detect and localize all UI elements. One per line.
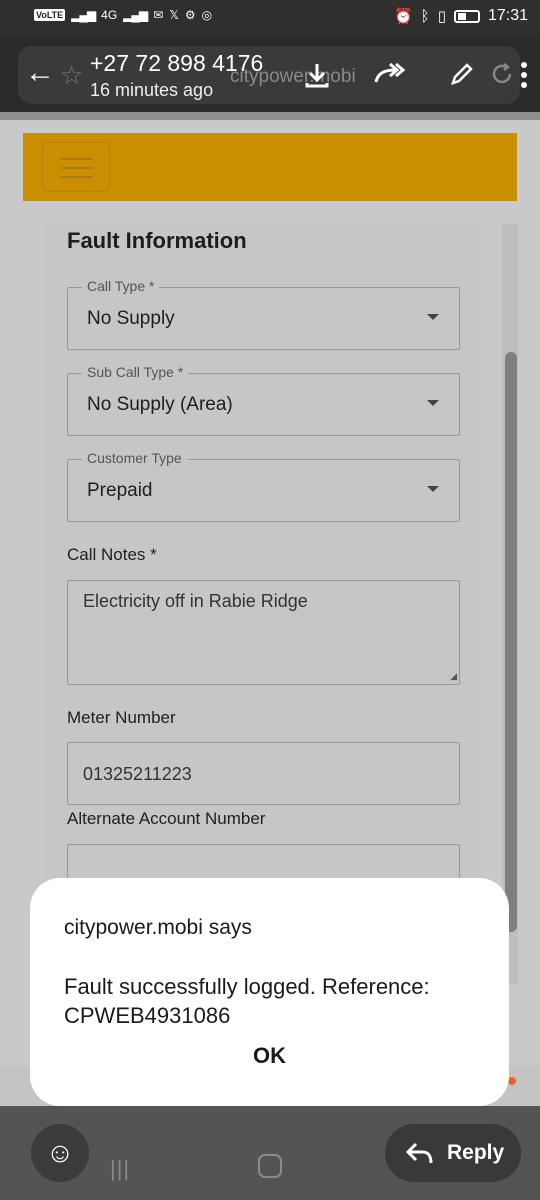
- resize-handle-icon[interactable]: ◢: [450, 671, 457, 682]
- reply-arrow-icon: [405, 1142, 433, 1164]
- customer-type-label: Customer Type: [82, 450, 187, 466]
- signal-icon: ▂▄▆: [71, 8, 96, 22]
- meter-number-value: 01325211223: [83, 764, 192, 784]
- sub-call-type-select[interactable]: Sub Call Type * No Supply (Area): [67, 364, 460, 436]
- call-type-value: No Supply: [87, 308, 175, 329]
- volte-icon: VoLTE: [34, 9, 66, 21]
- reply-label: Reply: [447, 1141, 505, 1164]
- page-strip: [0, 112, 540, 120]
- alert-dialog: citypower.mobi says Fault successfully l…: [30, 878, 509, 1106]
- network-type: 4G: [101, 8, 118, 22]
- forward-icon[interactable]: [372, 60, 406, 90]
- customer-type-value: Prepaid: [87, 480, 153, 501]
- viewer-top-bar: ← ☆ +27 72 898 4176 16 minutes ago cityp…: [18, 46, 527, 104]
- whatsapp-icon: ◎: [201, 8, 213, 22]
- sub-call-type-label: Sub Call Type *: [82, 364, 189, 380]
- alternate-account-label: Alternate Account Number: [67, 809, 266, 828]
- message-time: 16 minutes ago: [90, 80, 214, 100]
- reply-button[interactable]: Reply: [385, 1124, 521, 1182]
- bluetooth-icon: ᛒ: [420, 7, 430, 25]
- star-icon[interactable]: ☆: [60, 60, 83, 91]
- more-options-icon[interactable]: [518, 60, 530, 90]
- chevron-down-icon: [427, 314, 439, 320]
- notification-dot: [508, 1077, 516, 1085]
- meter-number-input[interactable]: 01325211223: [67, 742, 460, 805]
- chevron-down-icon: [427, 400, 439, 406]
- rotate-icon[interactable]: [490, 62, 514, 86]
- sub-call-type-value: No Supply (Area): [87, 394, 233, 415]
- dialog-title: citypower.mobi says: [64, 916, 252, 939]
- back-arrow-icon[interactable]: ←: [22, 56, 58, 92]
- call-notes-label: Call Notes *: [67, 545, 157, 564]
- meter-number-label: Meter Number: [67, 708, 176, 727]
- section-title: Fault Information: [67, 228, 247, 253]
- chevron-down-icon: [427, 486, 439, 492]
- call-type-select[interactable]: Call Type * No Supply: [67, 278, 460, 350]
- site-header: [23, 133, 517, 201]
- customer-type-select[interactable]: Customer Type Prepaid: [67, 450, 460, 522]
- status-bar: VoLTE ▂▄▆ 4G ▂▄▆ ✉ 𝕏 ⚙ ◎ ⏰ ᛒ ▯ 17:31: [0, 0, 540, 36]
- alarm-icon: ⏰: [393, 8, 413, 25]
- call-notes-value: Electricity off in Rabie Ridge: [83, 591, 308, 611]
- ok-button[interactable]: OK: [30, 1043, 509, 1069]
- status-icons-right: ⏰ ᛒ ▯ 17:31: [394, 7, 528, 25]
- x-icon: 𝕏: [169, 8, 179, 22]
- dialog-message: Fault successfully logged. Reference: CP…: [64, 974, 430, 1028]
- status-icons-left: VoLTE ▂▄▆ 4G ▂▄▆ ✉ 𝕏 ⚙ ◎: [34, 8, 212, 22]
- battery-icon: [453, 9, 480, 23]
- signal-icon-2: ▂▄▆: [123, 8, 148, 22]
- clock: 17:31: [487, 7, 528, 24]
- url-domain: citypower.mobi: [230, 66, 356, 87]
- call-type-label: Call Type *: [82, 278, 160, 294]
- call-notes-textarea[interactable]: Electricity off in Rabie Ridge ◢: [67, 580, 460, 685]
- emoji-sticker-icon[interactable]: ☺: [31, 1124, 89, 1182]
- scrollbar-thumb[interactable]: [505, 352, 517, 932]
- download-icon[interactable]: [302, 60, 332, 90]
- edit-pencil-icon[interactable]: [448, 60, 476, 88]
- mail-icon: ✉: [153, 8, 164, 22]
- hamburger-menu-icon[interactable]: [42, 142, 110, 192]
- bottom-bar: ☺ ||| Reply: [0, 1106, 540, 1200]
- nav-home-button[interactable]: [258, 1154, 282, 1178]
- nav-recents-button[interactable]: |||: [110, 1156, 130, 1182]
- vibrate-icon: ▯: [437, 8, 446, 25]
- gear-icon: ⚙: [184, 8, 196, 22]
